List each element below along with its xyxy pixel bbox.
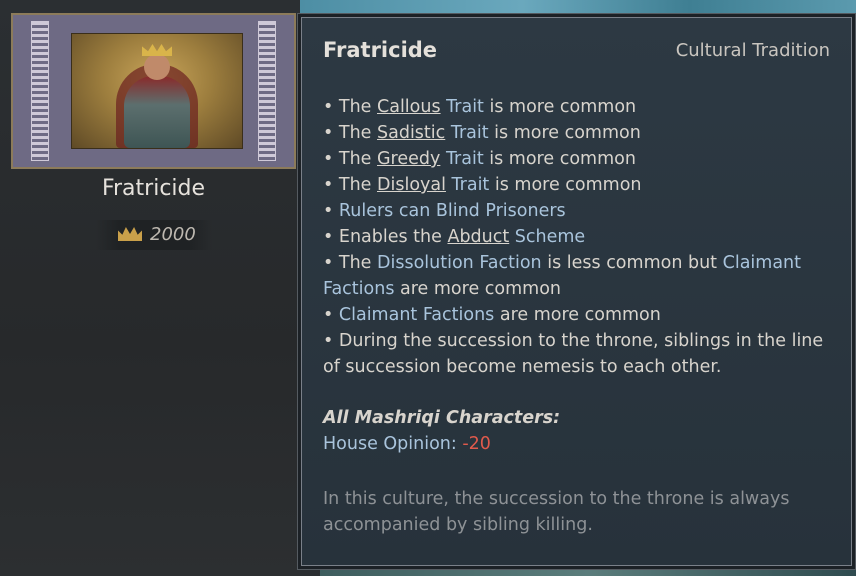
modifier-section-title: All Mashriqi Characters:	[323, 408, 561, 428]
effect-item: • The Sadistic Trait is more common	[323, 120, 835, 146]
house-opinion-modifier: House Opinion: -20	[323, 434, 491, 454]
effect-text: • The	[323, 149, 377, 169]
effect-text: are more common	[394, 279, 561, 299]
tradition-cost: 2000	[96, 220, 212, 250]
effect-item: • The Disloyal Trait is more common	[323, 172, 835, 198]
effect-text: Trait	[445, 175, 490, 195]
opinion-value: -20	[462, 434, 491, 454]
effect-text: is less common but	[541, 253, 723, 273]
king-crown-icon	[142, 44, 172, 56]
effect-text: is more common	[483, 149, 636, 169]
tradition-name-label: Fratricide	[101, 176, 206, 201]
effect-text: is more common	[489, 175, 642, 195]
effect-text: • Enables the	[323, 227, 448, 247]
flavor-text: In this culture, the succession to the t…	[323, 489, 790, 535]
effect-text: Scheme	[509, 227, 586, 247]
effect-text: are more common	[494, 305, 661, 325]
trait-link-greedy[interactable]: Greedy	[377, 149, 440, 169]
faction-link-dissolution[interactable]: Dissolution Faction	[377, 253, 542, 273]
tooltip-category: Cultural Tradition	[675, 40, 830, 61]
greek-border-left	[31, 21, 49, 161]
effect-text: •	[323, 305, 339, 325]
effect-text: Trait	[440, 149, 484, 169]
cost-value: 2000	[150, 224, 196, 245]
faction-link-claimant[interactable]: Claimant Factions	[339, 305, 494, 325]
scheme-link-abduct[interactable]: Abduct	[447, 227, 509, 247]
trait-link-callous[interactable]: Callous	[377, 97, 441, 117]
effect-text: • The	[323, 175, 377, 195]
effect-text: • The	[323, 123, 377, 143]
effects-list: • The Callous Trait is more common • The…	[323, 94, 835, 380]
rulers-blind-link[interactable]: Rulers can Blind Prisoners	[339, 201, 566, 221]
effect-text: is more common	[488, 123, 641, 143]
king-head	[144, 54, 170, 80]
opinion-label: House Opinion:	[323, 434, 463, 454]
effect-text: • The	[323, 253, 377, 273]
ruler-on-throne-illustration	[71, 33, 243, 149]
tooltip-title: Fratricide	[323, 38, 438, 62]
effect-item: • Rulers can Blind Prisoners	[323, 198, 835, 224]
effect-text: •	[323, 201, 339, 221]
tradition-portrait[interactable]	[11, 13, 296, 169]
crown-icon	[118, 227, 142, 241]
effect-item: • The Callous Trait is more common	[323, 94, 835, 120]
effect-text: • The	[323, 97, 377, 117]
king-figure	[124, 76, 190, 148]
trait-link-sadistic[interactable]: Sadistic	[377, 123, 445, 143]
effect-item: • The Greedy Trait is more common	[323, 146, 835, 172]
effect-item: • Claimant Factions are more common	[323, 302, 835, 328]
effect-item: • Enables the Abduct Scheme	[323, 224, 835, 250]
greek-border-right	[258, 21, 276, 161]
effect-item: • During the succession to the throne, s…	[323, 331, 824, 377]
effect-text: Trait	[440, 97, 484, 117]
effect-item: • The Dissolution Faction is less common…	[323, 250, 835, 302]
tradition-tooltip: Fratricide Cultural Tradition • The Call…	[301, 17, 852, 566]
trait-link-disloyal[interactable]: Disloyal	[377, 175, 446, 195]
effect-text: is more common	[483, 97, 637, 117]
effect-text: Trait	[445, 123, 489, 143]
